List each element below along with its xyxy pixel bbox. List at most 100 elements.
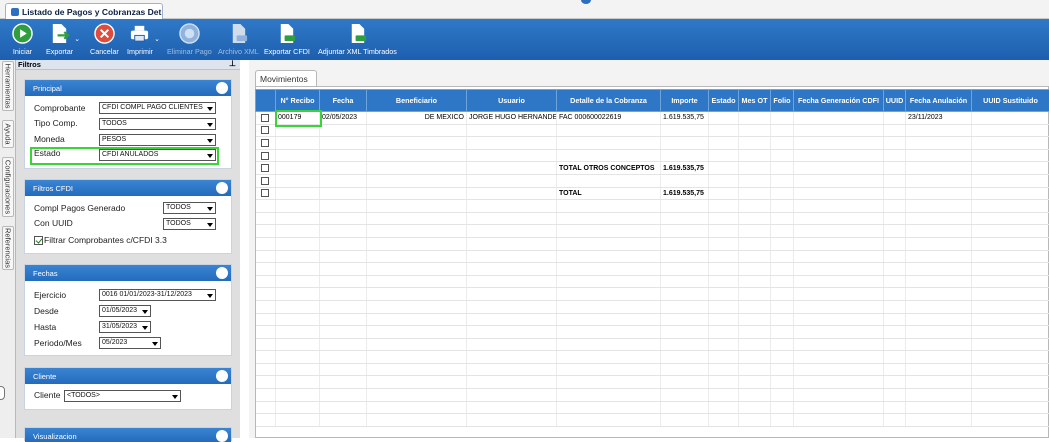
column-header[interactable] <box>256 90 276 112</box>
group-cliente-header[interactable]: Cliente <box>25 368 231 384</box>
column-header[interactable]: Usuario <box>467 90 557 112</box>
row-checkbox-cell[interactable] <box>256 124 276 137</box>
group-filtros-cfdi-header[interactable]: Filtros CFDI <box>25 180 231 196</box>
collapse-icon[interactable] <box>216 430 228 442</box>
column-header[interactable]: UUID Sustituido <box>972 90 1049 112</box>
column-header[interactable]: Fecha Generación CDFI <box>794 90 884 112</box>
cliente-select[interactable]: <TODOS> <box>64 390 181 402</box>
table-cell-uuid <box>884 124 906 137</box>
column-header[interactable]: Estado <box>709 90 739 112</box>
column-header[interactable]: Folio <box>771 90 794 112</box>
table-cell-fecha <box>320 149 367 162</box>
group-fechas-header[interactable]: Fechas <box>25 265 231 281</box>
empty-cell <box>276 351 320 364</box>
empty-cell <box>906 288 972 301</box>
side-tab-label: Referencias <box>4 228 13 268</box>
filters-panel-header: Filtros ⊥ <box>16 60 240 70</box>
filtrar-cfdi-checkbox[interactable] <box>34 236 43 245</box>
row-checkbox[interactable] <box>261 126 269 134</box>
row-checkbox-cell[interactable] <box>256 112 276 125</box>
empty-cell <box>256 288 276 301</box>
collapse-icon[interactable] <box>216 182 228 194</box>
table-row[interactable]: TOTAL OTROS CONCEPTOS1.619.535,75 <box>256 162 1049 175</box>
collapse-icon[interactable] <box>216 82 228 94</box>
column-header[interactable]: UUID <box>884 90 906 112</box>
comprobante-select[interactable]: CFDI COMPL PAGO CLIENTES <box>99 102 216 114</box>
table-cell-estado <box>709 187 739 200</box>
row-checkbox-cell[interactable] <box>256 174 276 187</box>
column-header[interactable]: Fecha Anulación <box>906 90 972 112</box>
row-checkbox[interactable] <box>261 139 269 147</box>
iniciar-button[interactable]: Iniciar <box>12 23 33 56</box>
chevron-down-icon[interactable]: ⌄ <box>74 35 80 43</box>
tab-movimientos[interactable]: Movimientos <box>255 70 317 87</box>
empty-cell <box>367 200 467 213</box>
con-uuid-select[interactable]: TODOS <box>163 218 216 230</box>
side-tab-referencias[interactable]: Referencias <box>2 226 14 270</box>
side-tab-label: Configuraciones <box>4 160 13 214</box>
empty-cell <box>709 200 739 213</box>
row-checkbox[interactable] <box>261 152 269 160</box>
table-cell-fecha <box>320 124 367 137</box>
empty-cell <box>256 275 276 288</box>
empty-cell <box>256 300 276 313</box>
column-header[interactable]: Importe <box>661 90 709 112</box>
empty-cell <box>467 389 557 402</box>
row-checkbox[interactable] <box>261 189 269 197</box>
empty-cell <box>661 351 709 364</box>
hasta-date[interactable]: 31/05/2023 <box>99 321 151 333</box>
moneda-select[interactable]: PESOS <box>99 134 216 146</box>
table-cell-usuario: JORGE HUGO HERNANDEZ <box>467 112 557 125</box>
empty-cell <box>367 288 467 301</box>
group-principal-header[interactable]: Principal <box>25 80 231 96</box>
tipo-comp-select[interactable]: TODOS <box>99 118 216 130</box>
imprimir-button[interactable]: Imprimir ⌄ <box>127 23 153 56</box>
row-checkbox[interactable] <box>261 164 269 172</box>
collapse-icon[interactable] <box>216 370 228 382</box>
empty-cell <box>320 288 367 301</box>
row-checkbox-cell[interactable] <box>256 162 276 175</box>
side-tab-ayuda[interactable]: Ayuda <box>2 120 14 148</box>
empty-cell <box>794 313 884 326</box>
table-row[interactable]: TOTAL1.619.535,75 <box>256 187 1049 200</box>
table-row[interactable]: 00017902/05/2023DE MEXICOJORGE HUGO HERN… <box>256 112 1049 125</box>
row-checkbox-cell[interactable] <box>256 187 276 200</box>
periodo-select[interactable]: 05/2023 <box>99 337 161 349</box>
eliminar-pago-button[interactable]: Eliminar Pago <box>167 23 212 56</box>
document-tab[interactable]: Listado de Pagos y Cobranzas Det... <box>5 3 163 19</box>
desde-date[interactable]: 01/05/2023 <box>99 305 151 317</box>
splitter-handle[interactable] <box>0 386 5 400</box>
ejercicio-select[interactable]: 0016 01/01/2023-31/12/2023 <box>99 289 216 301</box>
group-visualizacion-header[interactable]: Visualizacion <box>25 428 231 442</box>
archivo-xml-button[interactable]: Archivo XML <box>218 23 259 56</box>
pin-icon[interactable]: ⊥ <box>229 59 236 68</box>
column-header[interactable]: Mes OT <box>739 90 771 112</box>
row-checkbox-cell[interactable] <box>256 149 276 162</box>
compl-pagos-select[interactable]: TODOS <box>163 202 216 214</box>
exportar-button[interactable]: Exportar ⌄ <box>46 23 73 56</box>
empty-cell <box>661 263 709 276</box>
table-row[interactable] <box>256 174 1049 187</box>
empty-cell <box>884 363 906 376</box>
column-header[interactable]: N° Recibo <box>276 90 320 112</box>
column-header[interactable]: Beneficiario <box>367 90 467 112</box>
side-tab-herramientas[interactable]: Herramientas <box>2 61 14 111</box>
side-tab-configuraciones[interactable]: Configuraciones <box>2 157 14 217</box>
adjuntar-xml-button[interactable]: Adjuntar XML Timbrados <box>318 23 397 56</box>
table-row[interactable] <box>256 124 1049 137</box>
table-cell-detalle <box>557 149 661 162</box>
empty-cell <box>709 326 739 339</box>
exportar-cfdi-button[interactable]: Exportar CFDI <box>264 23 310 56</box>
row-checkbox[interactable] <box>261 177 269 185</box>
column-header[interactable]: Fecha <box>320 90 367 112</box>
column-header[interactable]: Detalle de la Cobranza <box>557 90 661 112</box>
chevron-down-icon[interactable]: ⌄ <box>154 35 160 43</box>
empty-cell <box>709 237 739 250</box>
row-checkbox-cell[interactable] <box>256 137 276 150</box>
collapse-icon[interactable] <box>216 267 228 279</box>
cancelar-button[interactable]: Cancelar <box>90 23 119 56</box>
empty-cell <box>320 389 367 402</box>
table-row[interactable] <box>256 137 1049 150</box>
table-row[interactable] <box>256 149 1049 162</box>
row-checkbox[interactable] <box>261 114 269 122</box>
